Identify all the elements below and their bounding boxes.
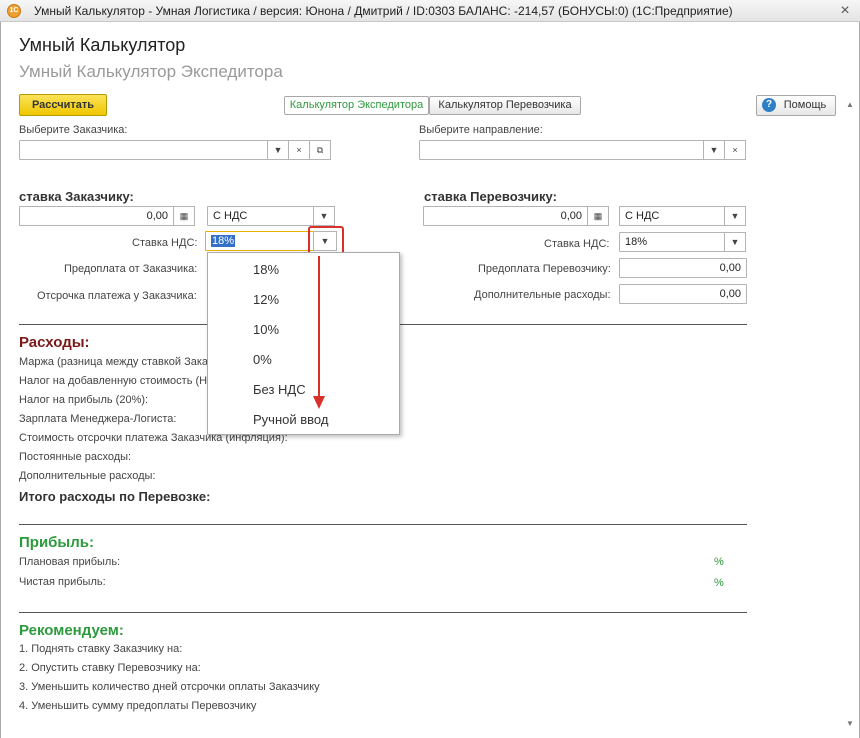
direction-input[interactable] (419, 140, 704, 160)
tab-forwarder-calculator[interactable]: Калькулятор Экспедитора (284, 96, 429, 115)
dropdown-option-0[interactable]: 0% (253, 352, 272, 367)
expense-row: Дополнительные расходы: (19, 470, 156, 482)
customer-rate-input[interactable]: 0,00 (19, 206, 174, 226)
divider (19, 612, 747, 613)
carrier-vat-dropdown-icon[interactable]: ▼ (724, 232, 746, 252)
customer-vat-mode-dropdown-icon[interactable]: ▼ (313, 206, 335, 226)
customer-vat-label: Ставка НДС: (132, 237, 198, 249)
dropdown-option-18[interactable]: 18% (253, 262, 279, 277)
customer-clear-icon[interactable]: × (288, 140, 310, 160)
profit-heading: Прибыль: (19, 534, 94, 551)
scroll-down-icon[interactable]: ▼ (846, 719, 854, 729)
customer-vat-select[interactable]: 18% (205, 231, 314, 251)
recommend-item: 1. Поднять ставку Заказчику на: (19, 643, 183, 655)
close-icon[interactable]: × (836, 2, 854, 20)
expense-row: Налог на прибыль (20%): (19, 394, 149, 406)
app-logo-icon: 1С (7, 4, 21, 18)
carrier-prepay-input[interactable]: 0,00 (619, 258, 747, 278)
calculator-icon[interactable]: ▦ (173, 206, 195, 226)
carrier-vat-mode-dropdown-icon[interactable]: ▼ (724, 206, 746, 226)
form-subtitle: Умный Калькулятор Экспедитора (19, 62, 283, 81)
expenses-total: Итого расходы по Перевозке: (19, 489, 211, 504)
expense-row: Постоянные расходы: (19, 451, 132, 463)
customer-input[interactable] (19, 140, 268, 160)
recommend-item: 4. Уменьшить сумму предоплаты Перевозчик… (19, 700, 257, 712)
expense-row: Налог на добавленную стоимость (Н, (19, 375, 211, 387)
customer-vat-value: 18% (211, 235, 236, 247)
direction-dropdown-icon[interactable]: ▼ (703, 140, 725, 160)
carrier-rate-heading: ставка Перевозчику: (424, 189, 557, 204)
net-profit-label: Чистая прибыль: (19, 576, 106, 588)
carrier-extra-label: Дополнительные расходы: (474, 289, 611, 301)
customer-open-icon[interactable]: ⧉ (309, 140, 331, 160)
planned-profit-label: Плановая прибыль: (19, 556, 121, 568)
help-icon: ? (762, 98, 776, 112)
expense-row: Зарплата Менеджера-Логиста: (19, 413, 177, 425)
annotation-arrow (313, 256, 325, 409)
form-title: Умный Калькулятор (19, 35, 186, 55)
customer-delay-label: Отсрочка платежа у Заказчика: (37, 290, 197, 302)
planned-profit-percent: % (714, 556, 724, 568)
recommend-heading: Рекомендуем: (19, 622, 124, 639)
expenses-heading: Расходы: (19, 334, 90, 351)
dropdown-option-12[interactable]: 12% (253, 292, 279, 307)
window-title: Умный Калькулятор - Умная Логистика / ве… (34, 4, 733, 18)
calculate-button[interactable]: Рассчитать (19, 94, 107, 116)
carrier-prepay-label: Предоплата Перевозчику: (478, 263, 611, 275)
net-profit-percent: % (714, 577, 724, 589)
carrier-vat-mode-select[interactable]: С НДС (619, 206, 725, 226)
carrier-vat-label: Ставка НДС: (544, 238, 610, 250)
carrier-extra-input[interactable]: 0,00 (619, 284, 747, 304)
divider (19, 524, 747, 525)
customer-rate-heading: ставка Заказчику: (19, 189, 134, 204)
tab-carrier-calculator[interactable]: Калькулятор Перевозчика (429, 96, 581, 115)
customer-prepay-label: Предоплата от Заказчика: (64, 263, 198, 275)
direction-clear-icon[interactable]: × (724, 140, 746, 160)
carrier-rate-input[interactable]: 0,00 (423, 206, 588, 226)
direction-label: Выберите направление: (419, 124, 543, 136)
carrier-vat-select[interactable]: 18% (619, 232, 725, 252)
recommend-item: 2. Опустить ставку Перевозчику на: (19, 662, 201, 674)
customer-label: Выберите Заказчика: (19, 124, 128, 136)
scroll-up-icon[interactable]: ▲ (846, 100, 854, 110)
dropdown-option-10[interactable]: 10% (253, 322, 279, 337)
carrier-calculator-icon[interactable]: ▦ (587, 206, 609, 226)
dropdown-option-no-vat[interactable]: Без НДС (253, 382, 306, 397)
customer-dropdown-icon[interactable]: ▼ (267, 140, 289, 160)
expense-row: Маржа (разница между ставкой Зака (19, 356, 209, 368)
customer-vat-mode-select[interactable]: С НДС (207, 206, 314, 226)
recommend-item: 3. Уменьшить количество дней отсрочки оп… (19, 681, 320, 693)
